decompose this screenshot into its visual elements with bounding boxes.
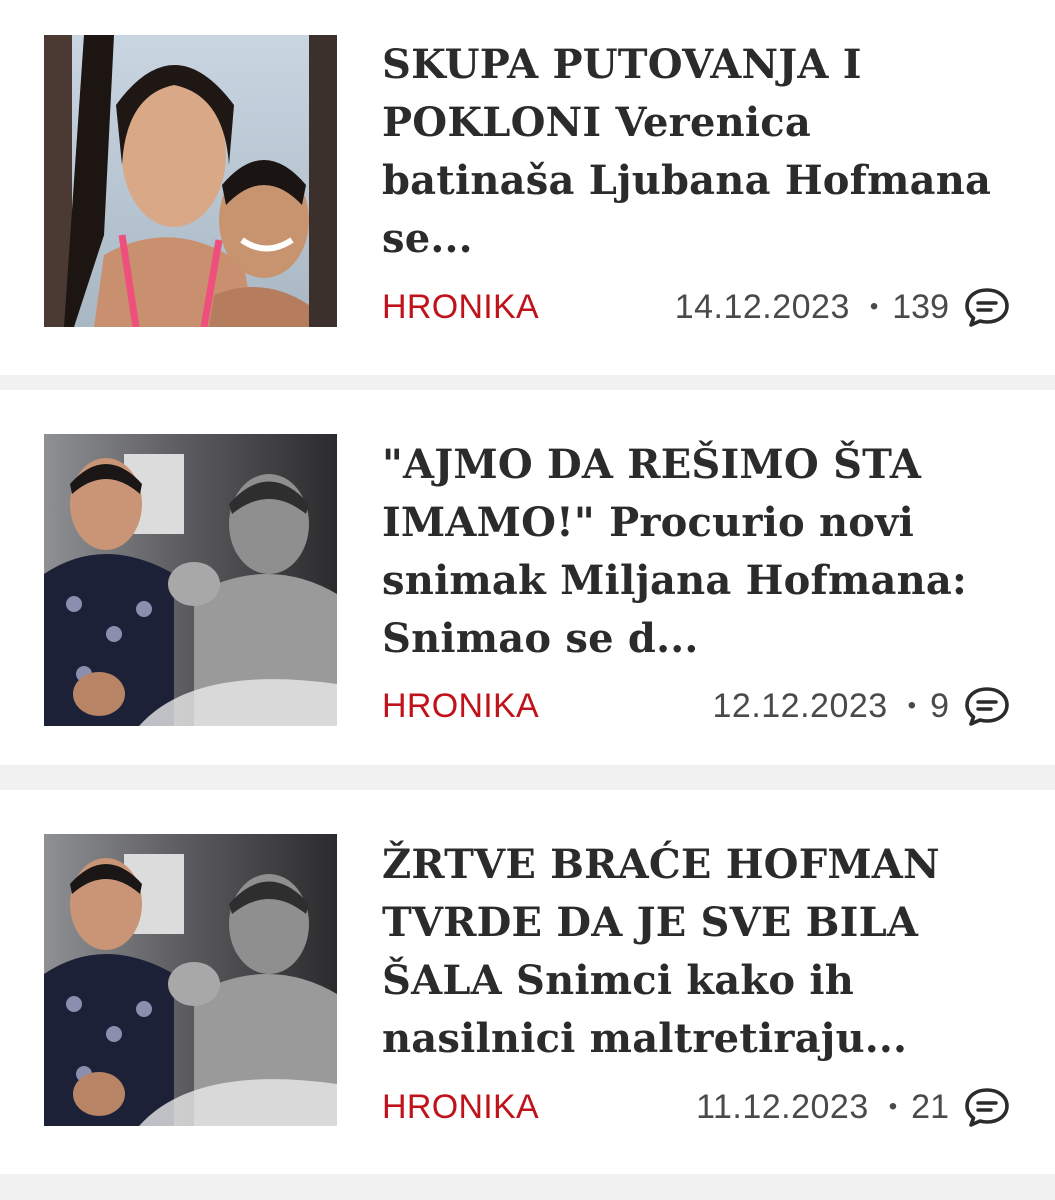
article-date: 14.12.2023 [674,287,850,326]
article-date: 11.12.2023 [696,1087,869,1126]
comment-bubble-icon[interactable] [963,685,1011,727]
meta-separator: • [869,293,879,320]
category-label[interactable]: HRONIKA [382,687,713,726]
meta-separator: • [888,1093,898,1120]
article-thumbnail[interactable] [44,35,337,327]
photo-icon [44,434,337,726]
comment-count[interactable]: 21 [911,1088,949,1127]
article-card[interactable]: ŽRTVE BRAĆE HOFMAN TVRDE DA JE SVE BILA … [0,790,1055,1174]
comment-count[interactable]: 139 [892,288,949,327]
article-meta: HRONIKA 12.12.2023 • 9 [382,684,1011,728]
category-label[interactable]: HRONIKA [382,1088,696,1127]
article-title[interactable]: "AJMO DA REŠIMO ŠTA IMAMO!" Procurio nov… [382,436,1012,668]
comment-count[interactable]: 9 [930,687,949,726]
photo-icon [44,834,337,1126]
article-card[interactable]: "AJMO DA REŠIMO ŠTA IMAMO!" Procurio nov… [0,390,1055,765]
article-meta: HRONIKA 11.12.2023 • 21 [382,1085,1011,1129]
article-card[interactable]: SKUPA PUTOVANJA I POKLONI Verenica batin… [0,0,1055,375]
comment-bubble-icon[interactable] [963,286,1011,328]
article-date: 12.12.2023 [712,686,888,725]
meta-separator: • [907,692,917,719]
article-feed: SKUPA PUTOVANJA I POKLONI Verenica batin… [0,0,1055,1200]
article-thumbnail[interactable] [44,434,337,726]
photo-icon [44,35,337,327]
article-meta: HRONIKA 14.12.2023 • 139 [382,285,1011,329]
article-thumbnail[interactable] [44,834,337,1126]
article-title[interactable]: ŽRTVE BRAĆE HOFMAN TVRDE DA JE SVE BILA … [382,836,1012,1068]
comment-bubble-icon[interactable] [963,1086,1011,1128]
category-label[interactable]: HRONIKA [382,288,675,327]
article-title[interactable]: SKUPA PUTOVANJA I POKLONI Verenica batin… [382,36,1012,268]
